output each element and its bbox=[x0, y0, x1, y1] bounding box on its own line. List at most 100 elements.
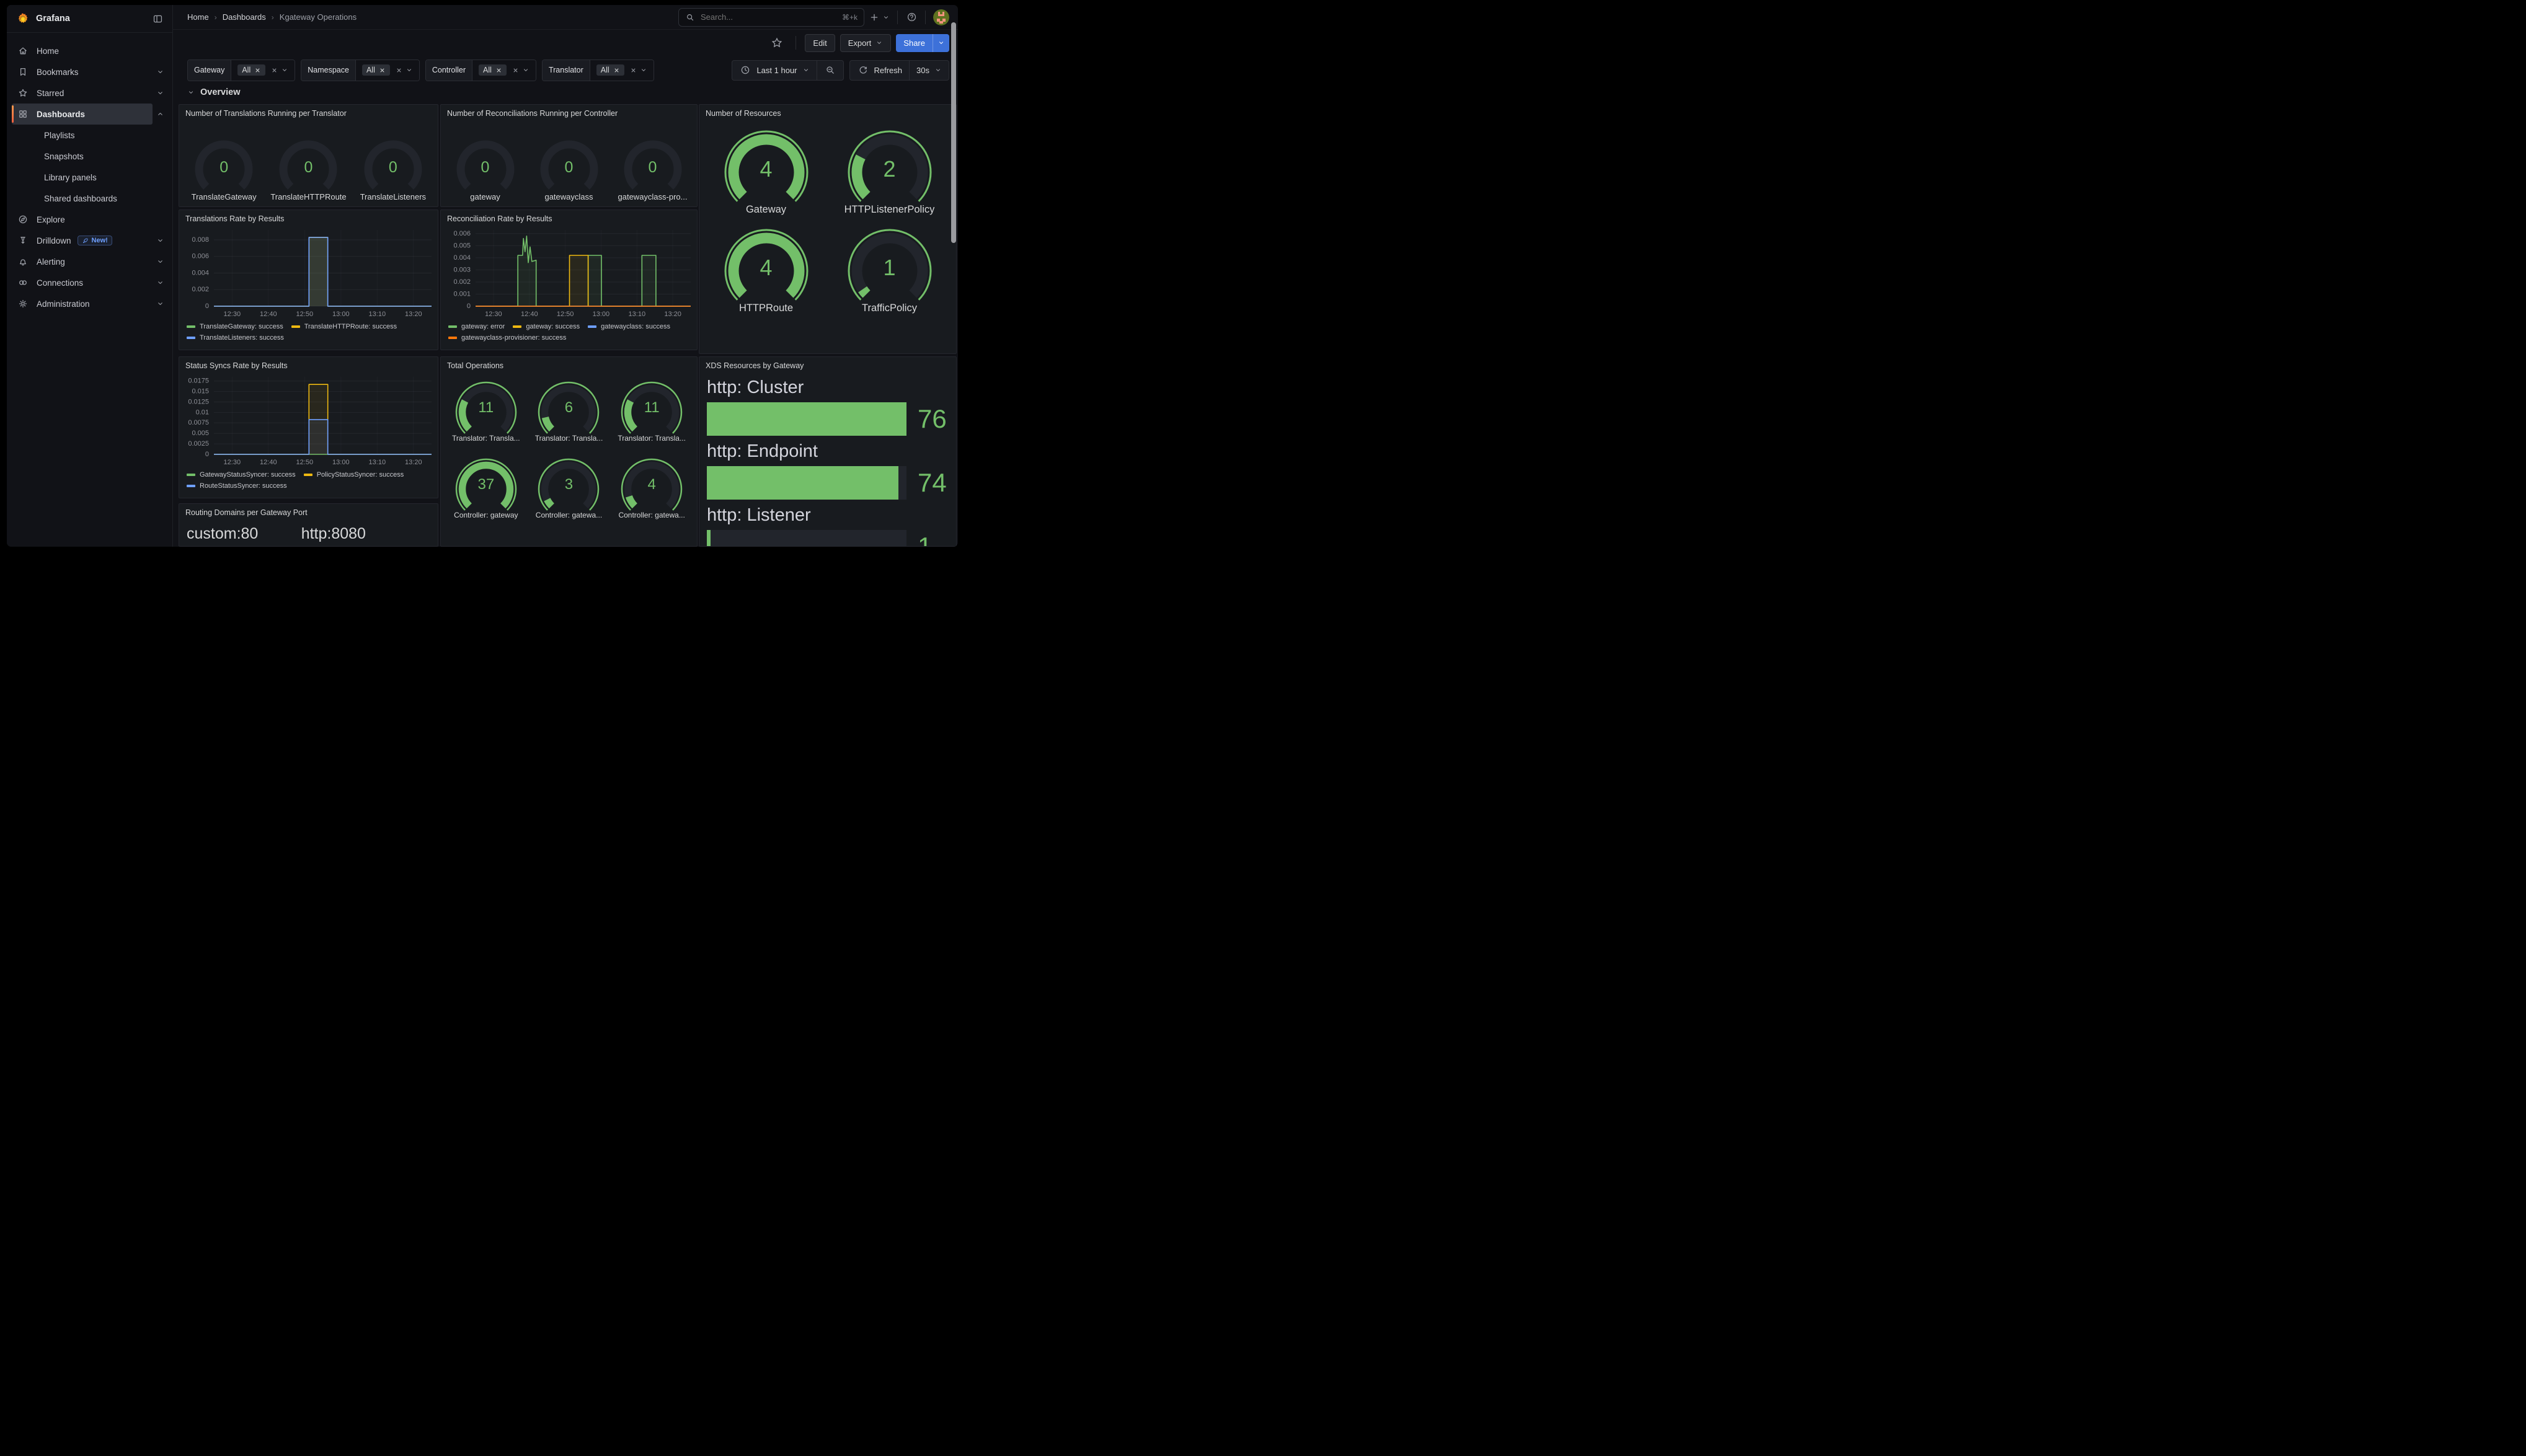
svg-text:12:40: 12:40 bbox=[260, 459, 277, 466]
gauge: 0TranslateGateway bbox=[184, 134, 264, 201]
svg-text:0.0175: 0.0175 bbox=[188, 377, 209, 385]
clear-filter-icon[interactable] bbox=[271, 67, 278, 74]
remove-value-icon[interactable] bbox=[254, 67, 261, 74]
legend-item[interactable]: RouteStatusSyncer: success bbox=[187, 482, 287, 490]
filter-label[interactable]: Gateway bbox=[188, 60, 231, 81]
share-options-button[interactable] bbox=[933, 34, 949, 52]
panel-title[interactable]: Number of Translations Running per Trans… bbox=[179, 105, 438, 120]
panel-title[interactable]: Translations Rate by Results bbox=[179, 210, 438, 225]
sidebar-item-alerting[interactable]: Alerting bbox=[12, 251, 167, 272]
sidebar-item-snapshots[interactable]: Snapshots bbox=[12, 146, 167, 167]
sidebar-item-administration[interactable]: Administration bbox=[12, 293, 167, 314]
legend-item[interactable]: GatewayStatusSyncer: success bbox=[187, 471, 296, 479]
chart-translations-rate[interactable]: 0.0080.0060.0040.002012:3012:4012:5013:0… bbox=[179, 225, 438, 320]
panel-title[interactable]: Number of Resources bbox=[699, 105, 956, 120]
sidebar-item-shared-dashboards[interactable]: Shared dashboards bbox=[12, 188, 167, 209]
clear-filter-icon[interactable] bbox=[630, 67, 637, 74]
filter-namespace: Namespace All bbox=[301, 60, 420, 81]
sidebar-item-starred[interactable]: Starred bbox=[12, 82, 167, 104]
grafana-app: Grafana HomeBookmarksStarredDashboardsPl… bbox=[7, 5, 958, 547]
panel-total-operations: Total Operations 11Translator: Transla...… bbox=[440, 356, 698, 547]
remove-value-icon[interactable] bbox=[495, 67, 502, 74]
gauge: 11Translator: Transla... bbox=[613, 376, 690, 443]
filter-label[interactable]: Namespace bbox=[301, 60, 356, 81]
avatar[interactable] bbox=[933, 9, 949, 25]
sidebar-item-explore[interactable]: Explore bbox=[12, 209, 167, 230]
star-dashboard-button[interactable] bbox=[767, 35, 787, 51]
legend-item[interactable]: TranslateListeners: success bbox=[187, 334, 284, 342]
clear-filter-icon[interactable] bbox=[512, 67, 519, 74]
svg-text:13:20: 13:20 bbox=[405, 311, 422, 318]
panel-title[interactable]: Reconciliation Rate by Results bbox=[441, 210, 697, 225]
panel-title[interactable]: Status Syncs Rate by Results bbox=[179, 357, 438, 372]
breadcrumb-link[interactable]: Dashboards bbox=[223, 12, 266, 22]
filter-chip[interactable]: All bbox=[596, 64, 624, 76]
breadcrumb-link[interactable]: Home bbox=[187, 12, 209, 22]
clear-filter-icon[interactable] bbox=[396, 67, 402, 74]
svg-text:0.0025: 0.0025 bbox=[188, 440, 209, 448]
chart-status-syncs-rate[interactable]: 0.01750.0150.01250.010.00750.0050.002501… bbox=[179, 372, 438, 468]
export-button[interactable]: Export bbox=[840, 34, 892, 52]
filter-label[interactable]: Translator bbox=[543, 60, 590, 81]
chart-legend: GatewayStatusSyncer: success PolicyStatus… bbox=[179, 468, 438, 490]
legend-item[interactable]: gateway: error bbox=[448, 323, 505, 330]
legend-color-chip bbox=[187, 337, 195, 339]
legend-item[interactable]: PolicyStatusSyncer: success bbox=[304, 471, 404, 479]
panel-title[interactable]: XDS Resources by Gateway bbox=[699, 357, 956, 372]
legend-item[interactable]: gateway: success bbox=[513, 323, 580, 330]
drilldown-icon bbox=[17, 236, 29, 245]
filter-translator: Translator All bbox=[542, 60, 654, 81]
time-range-button[interactable]: Last 1 hour bbox=[732, 60, 817, 81]
share-button[interactable]: Share bbox=[896, 34, 933, 52]
add-new-button[interactable] bbox=[864, 10, 893, 25]
help-button[interactable] bbox=[902, 9, 921, 25]
legend-item[interactable]: gatewayclass: success bbox=[588, 323, 670, 330]
legend-color-chip bbox=[187, 474, 195, 476]
bar-track bbox=[707, 466, 906, 500]
legend-color-chip bbox=[291, 325, 300, 328]
sidebar-item-dashboards[interactable]: Dashboards bbox=[12, 104, 167, 125]
gauge-value: 4 bbox=[613, 477, 690, 492]
search-field[interactable] bbox=[699, 12, 837, 22]
refresh-button[interactable]: Refresh bbox=[849, 60, 910, 81]
legend-item[interactable]: TranslateGateway: success bbox=[187, 323, 283, 330]
legend-item[interactable]: TranslateHTTPRoute: success bbox=[291, 323, 397, 330]
panel-title[interactable]: Number of Reconciliations Running per Co… bbox=[441, 105, 697, 120]
scrollbar-thumb[interactable] bbox=[951, 22, 956, 243]
bar-row: 76 bbox=[707, 402, 949, 436]
sidebar-item-home[interactable]: Home bbox=[12, 40, 167, 61]
sidebar-item-playlists[interactable]: Playlists bbox=[12, 125, 167, 146]
sidebar-item-connections[interactable]: Connections bbox=[12, 272, 167, 293]
sidebar-header: Grafana bbox=[7, 5, 172, 33]
chevron-down-icon bbox=[937, 38, 945, 48]
section-overview-toggle[interactable]: Overview bbox=[187, 87, 241, 97]
refresh-interval-button[interactable]: 30s bbox=[910, 60, 949, 81]
filter-chip[interactable]: All bbox=[237, 64, 265, 76]
dock-sidebar-icon[interactable] bbox=[151, 14, 164, 24]
legend-item[interactable]: gatewayclass-provisioner: success bbox=[448, 334, 566, 342]
gauge: 0TranslateHTTPRoute bbox=[268, 134, 348, 201]
sidebar-item-drilldown[interactable]: DrilldownNew! bbox=[12, 230, 167, 251]
zoom-out-button[interactable] bbox=[817, 60, 844, 81]
divider bbox=[795, 36, 796, 50]
sidebar-item-bookmarks[interactable]: Bookmarks bbox=[12, 61, 167, 82]
legend-color-chip bbox=[187, 325, 195, 328]
search-input[interactable]: ⌘+k bbox=[678, 8, 864, 27]
svg-text:0.005: 0.005 bbox=[192, 430, 209, 437]
filter-chip[interactable]: All bbox=[362, 64, 390, 76]
breadcrumb-current: Kgateway Operations bbox=[280, 12, 357, 22]
panel-title[interactable]: Routing Domains per Gateway Port bbox=[179, 504, 438, 519]
filter-chip[interactable]: All bbox=[479, 64, 507, 76]
chevron-down-icon bbox=[187, 87, 195, 97]
chevron-down-icon bbox=[156, 88, 164, 98]
remove-value-icon[interactable] bbox=[613, 67, 620, 74]
remove-value-icon[interactable] bbox=[379, 67, 386, 74]
panel-title[interactable]: Total Operations bbox=[441, 357, 697, 372]
edit-button[interactable]: Edit bbox=[805, 34, 835, 52]
filter-label[interactable]: Controller bbox=[426, 60, 472, 81]
chart-reconciliation-rate[interactable]: 0.0060.0050.0040.0030.0020.001012:3012:4… bbox=[441, 225, 697, 320]
svg-text:12:50: 12:50 bbox=[296, 459, 314, 466]
sidebar-nav: HomeBookmarksStarredDashboardsPlaylistsS… bbox=[7, 33, 172, 322]
sidebar-item-library-panels[interactable]: Library panels bbox=[12, 167, 167, 188]
legend-color-chip bbox=[304, 474, 312, 476]
